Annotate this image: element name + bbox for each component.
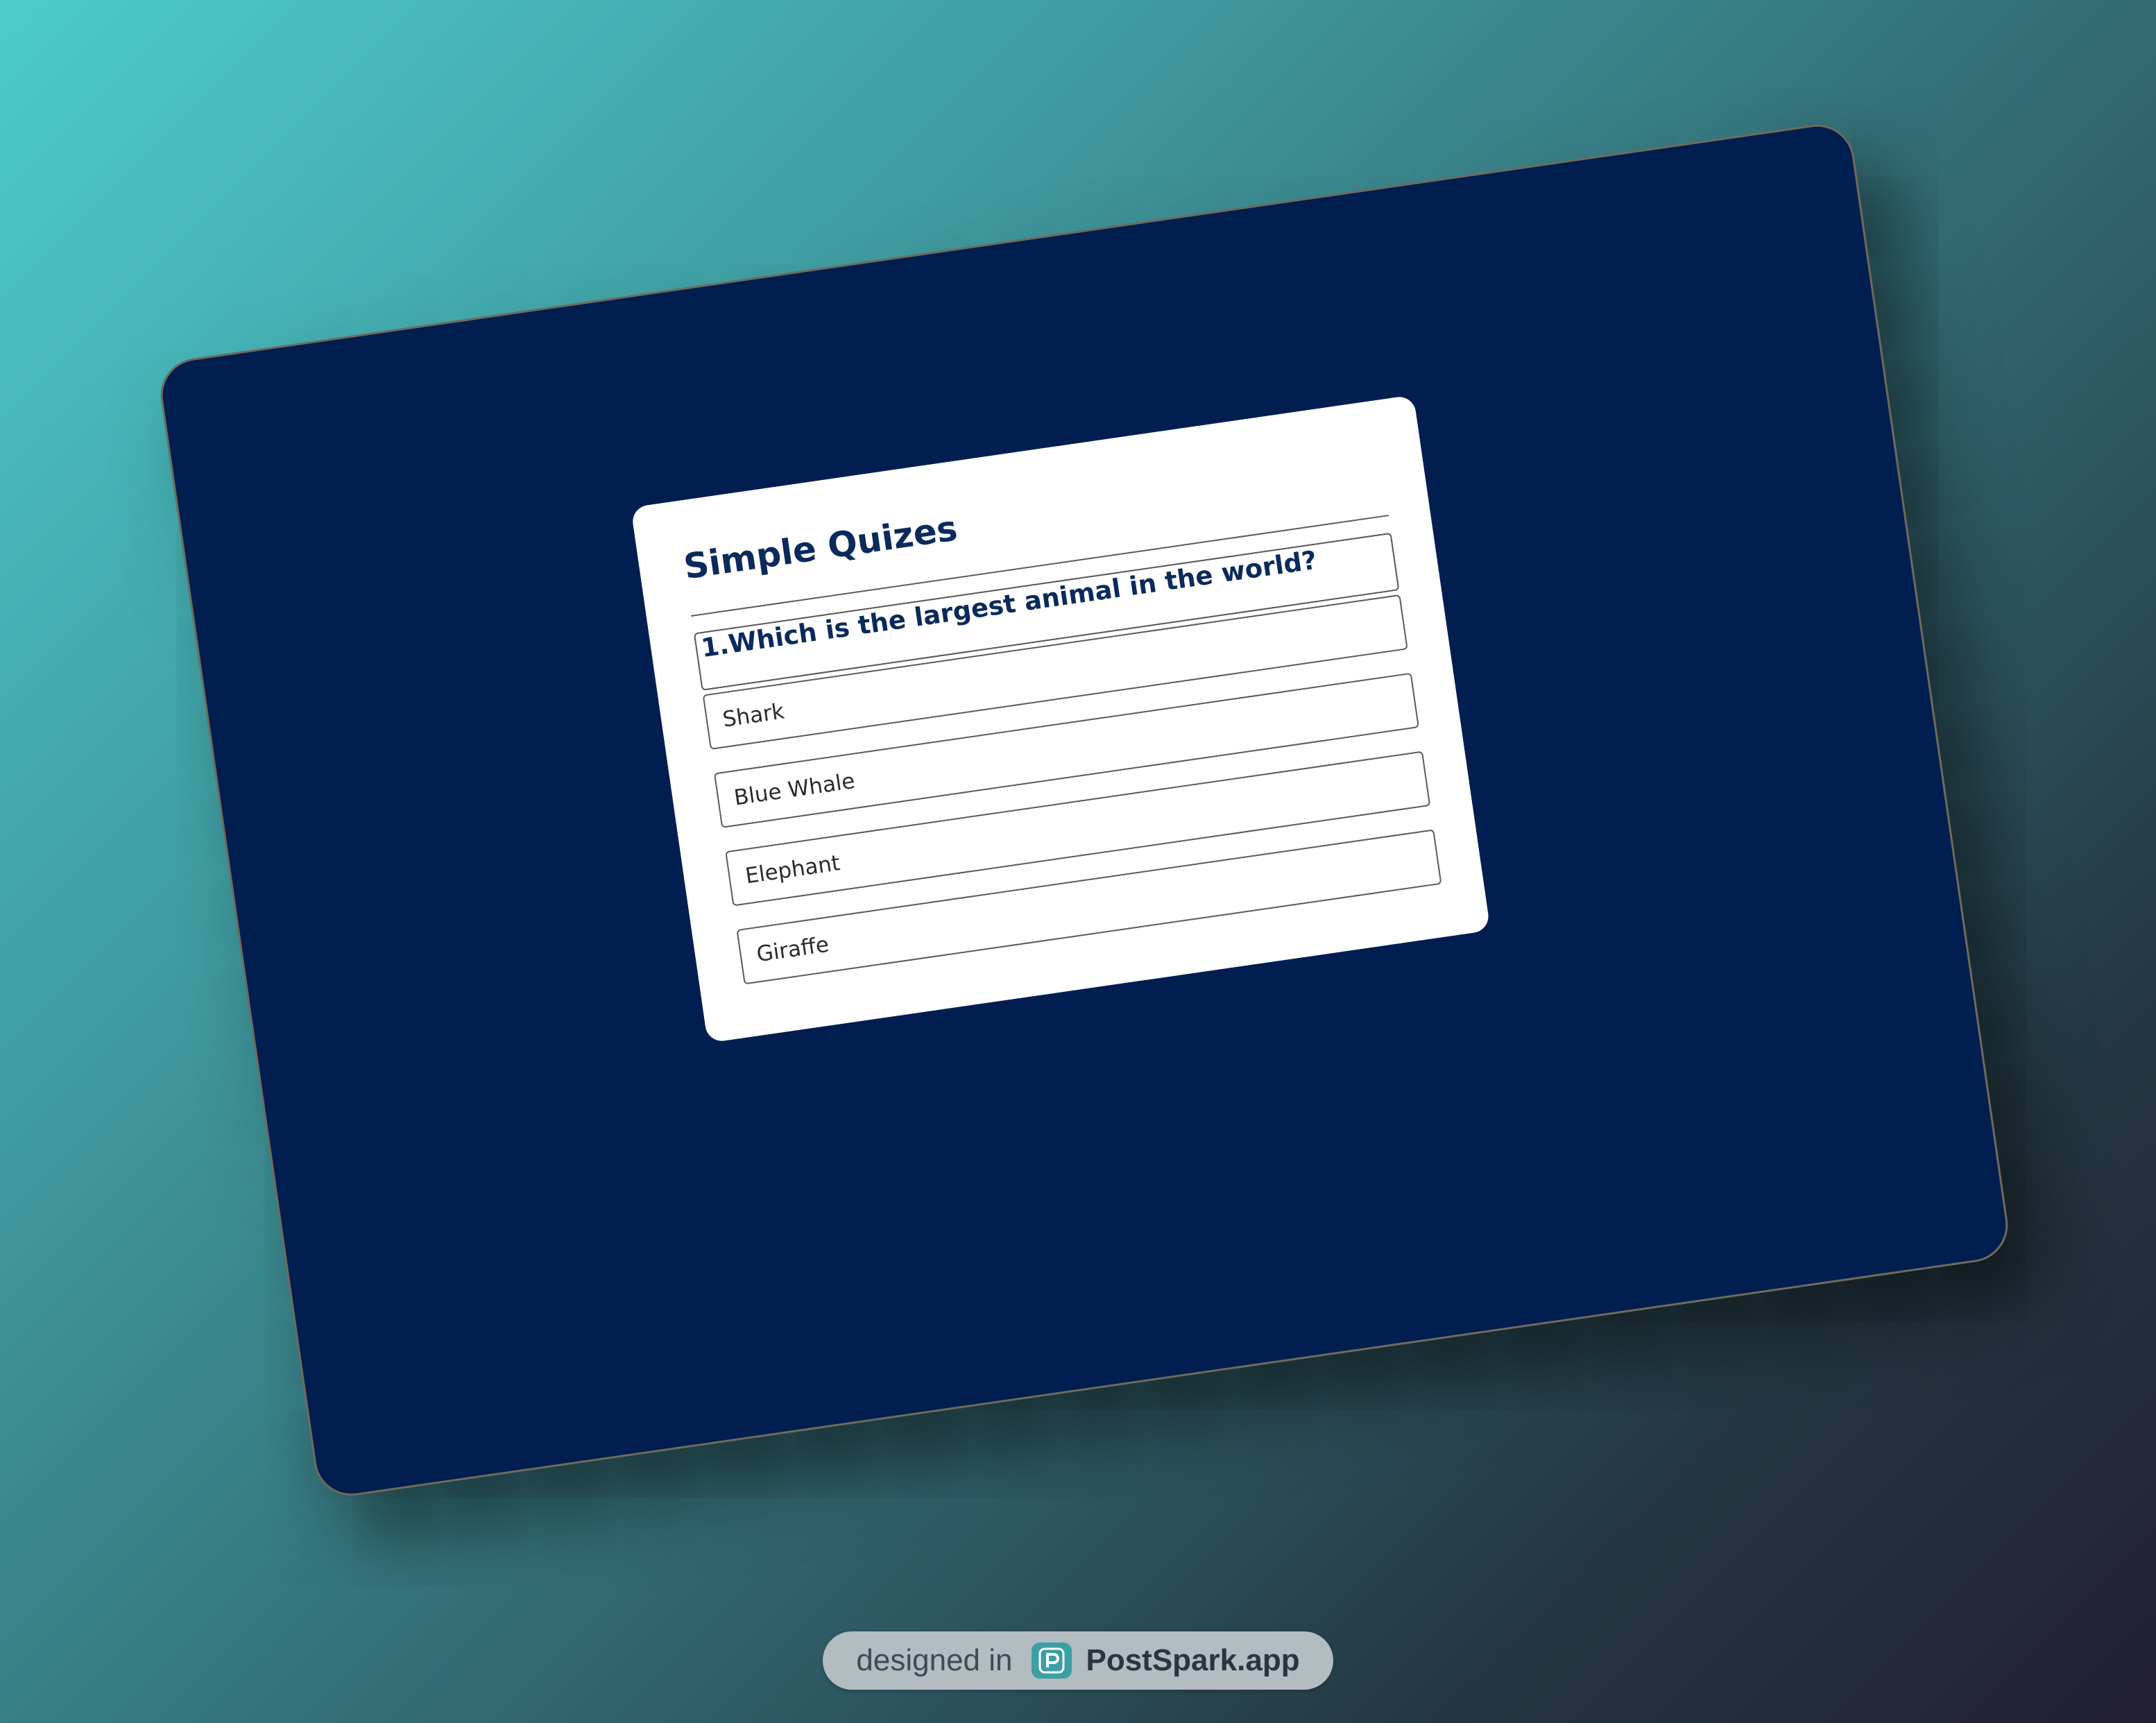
postspark-logo-icon [1032,1643,1072,1679]
quiz-card: Simple Quizes 1.Which is the largest ani… [631,395,1491,1043]
option-label: Shark [721,698,786,732]
badge-brand: PostSpark.app [1086,1643,1300,1677]
designed-in-badge[interactable]: designed in PostSpark.app [823,1631,1333,1690]
option-label: Giraffe [755,932,831,968]
option-label: Elephant [744,850,842,889]
badge-prefix: designed in [856,1643,1013,1677]
app-window: Simple Quizes 1.Which is the largest ani… [155,119,2013,1501]
option-label: Blue Whale [732,768,857,811]
